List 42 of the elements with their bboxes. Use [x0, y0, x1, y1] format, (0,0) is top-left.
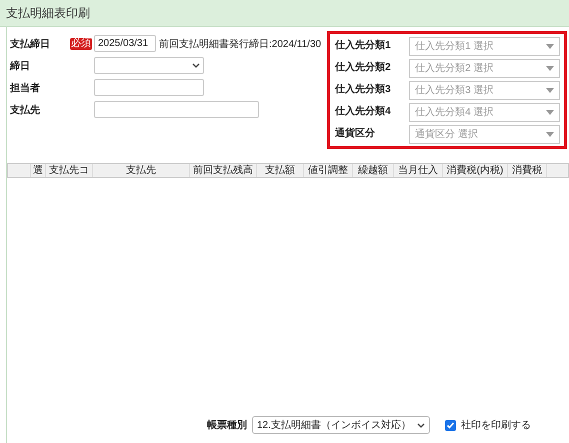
select-field[interactable]: 仕入先分類3 選択: [409, 80, 560, 100]
checkbox[interactable]: [444, 420, 456, 430]
field-label: 仕入先分類1: [335, 38, 392, 52]
field-label: 仕入先分類2: [335, 60, 392, 74]
column-header: 支払先コ: [46, 164, 93, 177]
report-type-label: 帳票種別: [207, 418, 247, 432]
field-label: 締日: [10, 59, 31, 72]
column-header: 前回支払残高: [190, 164, 257, 177]
column-header: 値引調整: [304, 164, 353, 177]
column-header: 繰越額: [353, 164, 394, 177]
required-badge: 必須: [70, 38, 92, 50]
column-header: 支払先: [93, 164, 190, 177]
field-label: 仕入先分類3: [335, 82, 392, 96]
column-header: 選: [31, 164, 46, 177]
report-type-select[interactable]: 12.支払明細書（インボイス対応）: [252, 416, 430, 434]
input-field[interactable]: [94, 101, 259, 118]
page-title: 支払明細表印刷: [6, 4, 90, 22]
select-field[interactable]: 仕入先分類1 選択: [409, 36, 560, 56]
column-header: 当月仕入: [394, 164, 443, 177]
chevron-icon: [192, 63, 200, 68]
field-label: 仕入先分類4: [335, 104, 392, 118]
dropdown-arrow-icon: [546, 66, 554, 70]
field-label: 支払先: [10, 104, 41, 116]
field-label: 担当者: [10, 82, 41, 94]
select-field[interactable]: 通貨区分 選択: [409, 124, 560, 144]
dropdown-arrow-icon: [546, 110, 554, 114]
chevron-icon: [416, 422, 425, 428]
select-field[interactable]: 仕入先分類2 選択: [409, 58, 560, 78]
checkbox-label: 社印を印刷する: [460, 418, 531, 432]
column-header: 消費税: [508, 164, 547, 177]
input-field[interactable]: [94, 79, 204, 96]
column-header: 支払額: [257, 164, 304, 177]
dropdown-arrow-icon: [546, 132, 554, 136]
select-field[interactable]: 仕入先分類4 選択: [409, 102, 560, 122]
previous-date-note: 前回支払明細書発行締日:2024/11/30: [159, 38, 322, 50]
field-label: 支払締日: [10, 37, 51, 50]
select-field[interactable]: [94, 57, 204, 74]
date-field[interactable]: 2025/03/31: [94, 35, 156, 52]
dropdown-arrow-icon: [546, 88, 554, 92]
column-header: 消費税(内税): [443, 164, 508, 177]
field-label: 通貨区分: [335, 126, 376, 140]
dropdown-arrow-icon: [546, 44, 554, 48]
